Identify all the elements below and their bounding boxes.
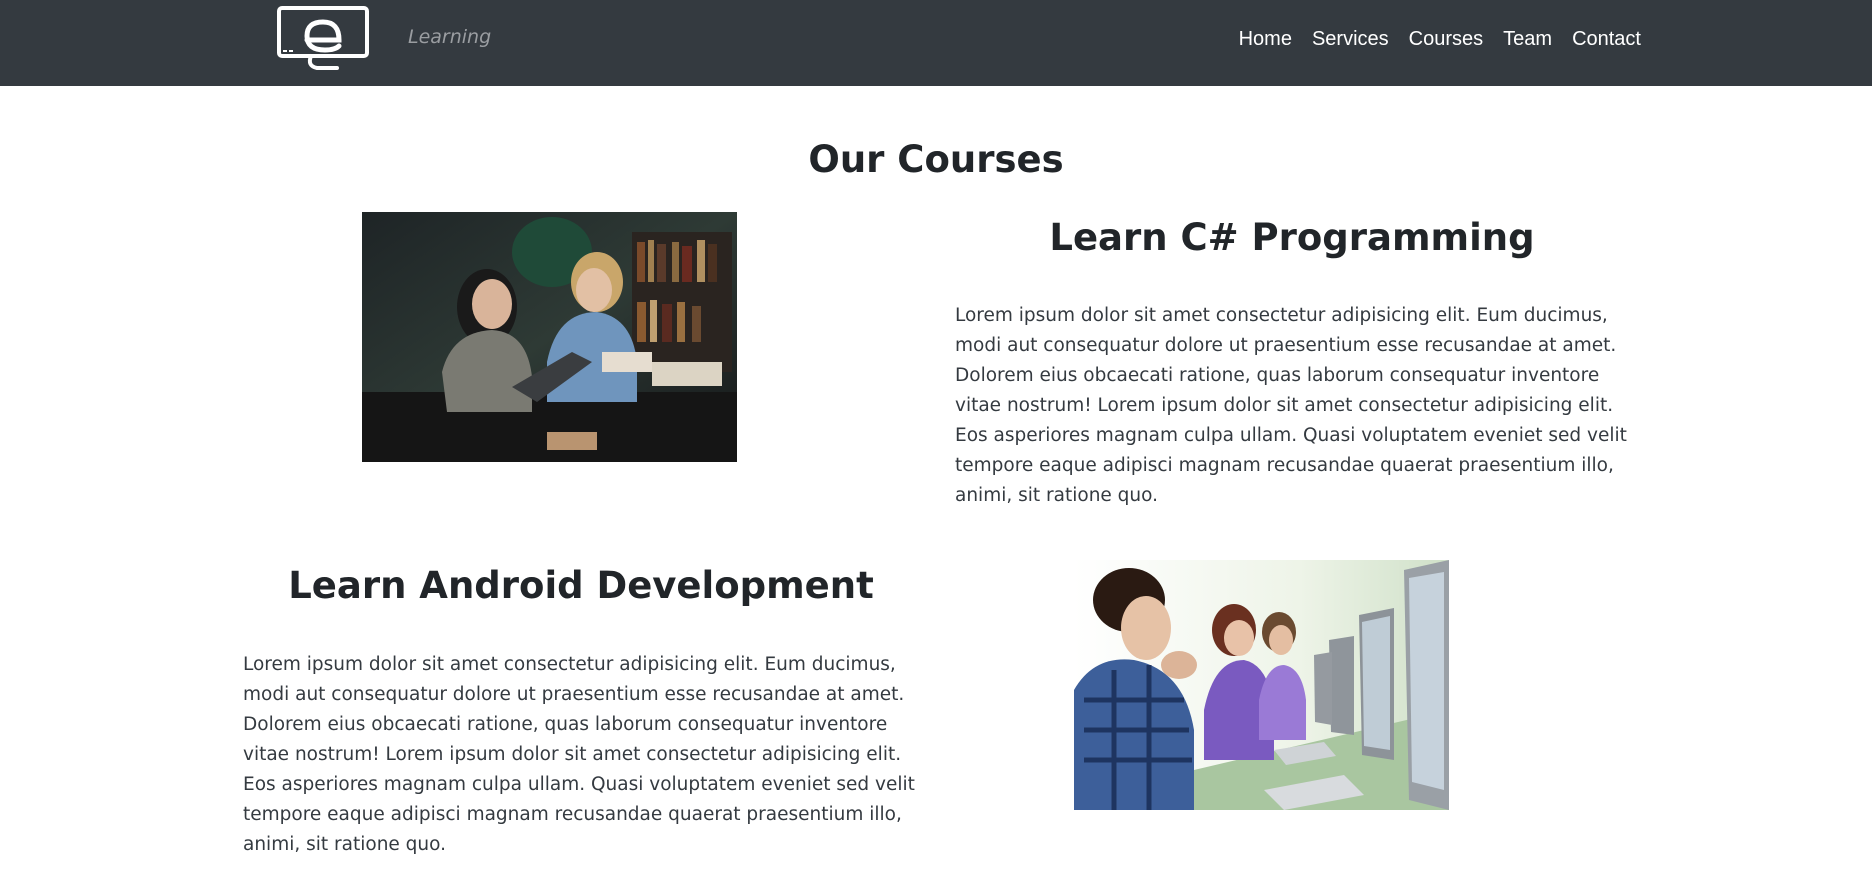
computer-lab-photo <box>1074 560 1449 810</box>
page-title: Our Courses <box>808 138 1064 181</box>
brand-tagline: Learning <box>408 26 492 48</box>
course-description-android: Lorem ipsum dolor sit amet consectetur a… <box>243 654 915 855</box>
students-studying-photo <box>362 212 737 462</box>
course-title-android: Learn Android Development <box>288 564 874 607</box>
nav-link-home[interactable]: Home <box>1229 26 1302 52</box>
nav-link-courses[interactable]: Courses <box>1399 26 1493 52</box>
course-description-csharp: Lorem ipsum dolor sit amet consectetur a… <box>955 305 1627 506</box>
course-title-csharp: Learn C# Programming <box>1049 216 1535 259</box>
e-monitor-logo-icon[interactable] <box>277 6 369 72</box>
nav-link-services[interactable]: Services <box>1302 26 1399 52</box>
nav-menu: Home Services Courses Team Contact <box>1229 26 1641 52</box>
nav-link-contact[interactable]: Contact <box>1562 26 1641 52</box>
nav-link-team[interactable]: Team <box>1493 26 1562 52</box>
navbar: Learning Home Services Courses Team Cont… <box>0 0 1872 86</box>
